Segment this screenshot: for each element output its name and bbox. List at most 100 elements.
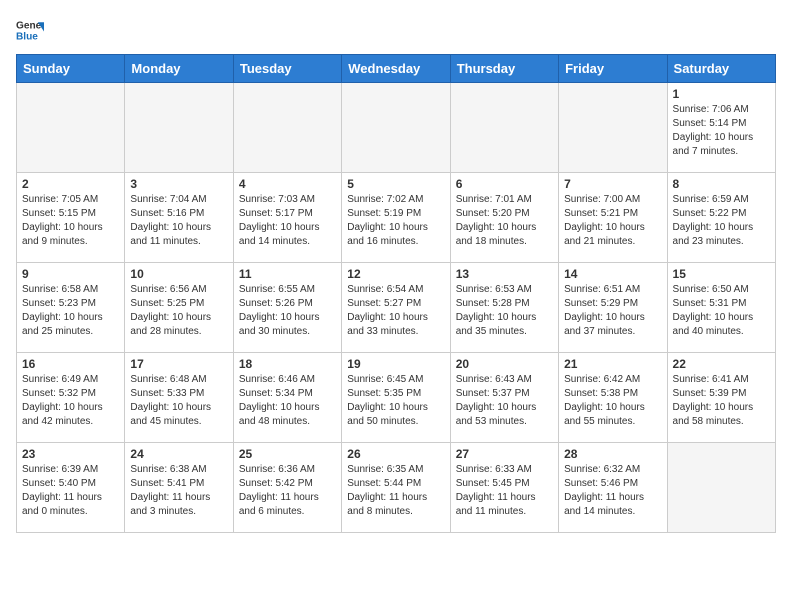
day-number: 2 xyxy=(22,177,119,191)
day-number: 11 xyxy=(239,267,336,281)
day-info: Sunrise: 6:54 AMSunset: 5:27 PMDaylight:… xyxy=(347,283,444,339)
day-number: 5 xyxy=(347,177,444,191)
day-info: Sunrise: 7:03 AMSunset: 5:17 PMDaylight:… xyxy=(239,193,336,249)
day-cell: 1Sunrise: 7:06 AMSunset: 5:14 PMDaylight… xyxy=(667,83,775,173)
day-cell: 22 Sunrise: 6:41 AMSunset: 5:39 PMDayligh… xyxy=(667,353,775,443)
day-cell: 25 Sunrise: 6:36 AMSunset: 5:42 PMDayligh… xyxy=(233,443,341,533)
day-cell: 12 Sunrise: 6:54 AMSunset: 5:27 PMDayligh… xyxy=(342,263,450,353)
day-info: Sunrise: 6:35 AMSunset: 5:44 PMDaylight:… xyxy=(347,463,444,519)
day-info: Sunrise: 6:55 AMSunset: 5:26 PMDaylight:… xyxy=(239,283,336,339)
day-cell: 28 Sunrise: 6:32 AMSunset: 5:46 PMDayligh… xyxy=(559,443,667,533)
day-cell: 16 Sunrise: 6:49 AMSunset: 5:32 PMDayligh… xyxy=(17,353,125,443)
day-info: Sunrise: 6:38 AMSunset: 5:41 PMDaylight:… xyxy=(130,463,227,519)
day-number: 26 xyxy=(347,447,444,461)
day-info: Sunrise: 6:49 AMSunset: 5:32 PMDaylight:… xyxy=(22,373,119,429)
day-number: 12 xyxy=(347,267,444,281)
day-number: 22 xyxy=(673,357,770,371)
day-info: Sunrise: 6:43 AMSunset: 5:37 PMDaylight:… xyxy=(456,373,553,429)
day-number: 25 xyxy=(239,447,336,461)
day-number: 16 xyxy=(22,357,119,371)
day-cell: 19 Sunrise: 6:45 AMSunset: 5:35 PMDayligh… xyxy=(342,353,450,443)
day-cell: 27 Sunrise: 6:33 AMSunset: 5:45 PMDayligh… xyxy=(450,443,558,533)
day-info: Sunrise: 7:05 AMSunset: 5:15 PMDaylight:… xyxy=(22,193,119,249)
day-cell xyxy=(233,83,341,173)
day-cell: 13 Sunrise: 6:53 AMSunset: 5:28 PMDayligh… xyxy=(450,263,558,353)
day-header-thursday: Thursday xyxy=(450,55,558,83)
week-row-3: 9 Sunrise: 6:58 AMSunset: 5:23 PMDaylight… xyxy=(17,263,776,353)
day-number: 15 xyxy=(673,267,770,281)
day-info: Sunrise: 6:53 AMSunset: 5:28 PMDaylight:… xyxy=(456,283,553,339)
day-number: 8 xyxy=(673,177,770,191)
day-header-wednesday: Wednesday xyxy=(342,55,450,83)
day-cell: 5 Sunrise: 7:02 AMSunset: 5:19 PMDaylight… xyxy=(342,173,450,263)
day-cell: 6 Sunrise: 7:01 AMSunset: 5:20 PMDaylight… xyxy=(450,173,558,263)
day-header-friday: Friday xyxy=(559,55,667,83)
day-info: Sunrise: 6:36 AMSunset: 5:42 PMDaylight:… xyxy=(239,463,336,519)
day-number: 14 xyxy=(564,267,661,281)
day-cell xyxy=(342,83,450,173)
calendar-table: SundayMondayTuesdayWednesdayThursdayFrid… xyxy=(16,54,776,533)
generalblue-logo-icon: General Blue xyxy=(16,16,44,44)
day-info: Sunrise: 7:04 AMSunset: 5:16 PMDaylight:… xyxy=(130,193,227,249)
day-number: 18 xyxy=(239,357,336,371)
day-cell: 7 Sunrise: 7:00 AMSunset: 5:21 PMDaylight… xyxy=(559,173,667,263)
day-cell xyxy=(450,83,558,173)
day-info: Sunrise: 6:39 AMSunset: 5:40 PMDaylight:… xyxy=(22,463,119,519)
page: General Blue SundayMondayTuesdayWednesda… xyxy=(0,0,792,549)
header: General Blue xyxy=(16,16,776,44)
day-cell: 4 Sunrise: 7:03 AMSunset: 5:17 PMDaylight… xyxy=(233,173,341,263)
day-number: 6 xyxy=(456,177,553,191)
week-row-2: 2 Sunrise: 7:05 AMSunset: 5:15 PMDaylight… xyxy=(17,173,776,263)
day-cell xyxy=(667,443,775,533)
day-info: Sunrise: 6:33 AMSunset: 5:45 PMDaylight:… xyxy=(456,463,553,519)
day-number: 4 xyxy=(239,177,336,191)
day-cell xyxy=(125,83,233,173)
day-info: Sunrise: 6:45 AMSunset: 5:35 PMDaylight:… xyxy=(347,373,444,429)
day-cell: 8Sunrise: 6:59 AMSunset: 5:22 PMDaylight… xyxy=(667,173,775,263)
day-header-sunday: Sunday xyxy=(17,55,125,83)
svg-text:Blue: Blue xyxy=(16,31,38,42)
day-number: 13 xyxy=(456,267,553,281)
day-number: 9 xyxy=(22,267,119,281)
day-info: Sunrise: 6:48 AMSunset: 5:33 PMDaylight:… xyxy=(130,373,227,429)
day-header-monday: Monday xyxy=(125,55,233,83)
day-number: 7 xyxy=(564,177,661,191)
day-cell: 15 Sunrise: 6:50 AMSunset: 5:31 PMDayligh… xyxy=(667,263,775,353)
day-info: Sunrise: 7:01 AMSunset: 5:20 PMDaylight:… xyxy=(456,193,553,249)
day-cell: 26 Sunrise: 6:35 AMSunset: 5:44 PMDayligh… xyxy=(342,443,450,533)
day-cell: 11 Sunrise: 6:55 AMSunset: 5:26 PMDayligh… xyxy=(233,263,341,353)
day-cell: 21 Sunrise: 6:42 AMSunset: 5:38 PMDayligh… xyxy=(559,353,667,443)
day-cell: 3 Sunrise: 7:04 AMSunset: 5:16 PMDaylight… xyxy=(125,173,233,263)
day-cell: 17 Sunrise: 6:48 AMSunset: 5:33 PMDayligh… xyxy=(125,353,233,443)
day-number: 23 xyxy=(22,447,119,461)
day-cell: 23 Sunrise: 6:39 AMSunset: 5:40 PMDayligh… xyxy=(17,443,125,533)
day-info: Sunrise: 6:46 AMSunset: 5:34 PMDaylight:… xyxy=(239,373,336,429)
day-cell: 9 Sunrise: 6:58 AMSunset: 5:23 PMDaylight… xyxy=(17,263,125,353)
day-info: Sunrise: 6:50 AMSunset: 5:31 PMDaylight:… xyxy=(673,283,770,339)
day-number: 17 xyxy=(130,357,227,371)
day-number: 10 xyxy=(130,267,227,281)
day-info: Sunrise: 7:00 AMSunset: 5:21 PMDaylight:… xyxy=(564,193,661,249)
day-info: Sunrise: 6:42 AMSunset: 5:38 PMDaylight:… xyxy=(564,373,661,429)
day-info: Sunrise: 7:02 AMSunset: 5:19 PMDaylight:… xyxy=(347,193,444,249)
day-cell: 18 Sunrise: 6:46 AMSunset: 5:34 PMDayligh… xyxy=(233,353,341,443)
day-number: 19 xyxy=(347,357,444,371)
day-number: 28 xyxy=(564,447,661,461)
day-cell: 10Sunrise: 6:56 AMSunset: 5:25 PMDayligh… xyxy=(125,263,233,353)
day-cell: 14 Sunrise: 6:51 AMSunset: 5:29 PMDayligh… xyxy=(559,263,667,353)
day-info: Sunrise: 6:51 AMSunset: 5:29 PMDaylight:… xyxy=(564,283,661,339)
day-cell: 24 Sunrise: 6:38 AMSunset: 5:41 PMDayligh… xyxy=(125,443,233,533)
logo: General Blue xyxy=(16,16,44,44)
day-number: 1 xyxy=(673,87,770,101)
day-cell: 2 Sunrise: 7:05 AMSunset: 5:15 PMDaylight… xyxy=(17,173,125,263)
day-header-saturday: Saturday xyxy=(667,55,775,83)
day-info: Sunrise: 6:41 AMSunset: 5:39 PMDaylight:… xyxy=(673,373,770,429)
day-number: 3 xyxy=(130,177,227,191)
day-number: 24 xyxy=(130,447,227,461)
day-header-tuesday: Tuesday xyxy=(233,55,341,83)
day-number: 21 xyxy=(564,357,661,371)
day-number: 27 xyxy=(456,447,553,461)
day-info: Sunrise: 6:58 AMSunset: 5:23 PMDaylight:… xyxy=(22,283,119,339)
day-info: Sunrise: 6:32 AMSunset: 5:46 PMDaylight:… xyxy=(564,463,661,519)
day-cell xyxy=(17,83,125,173)
